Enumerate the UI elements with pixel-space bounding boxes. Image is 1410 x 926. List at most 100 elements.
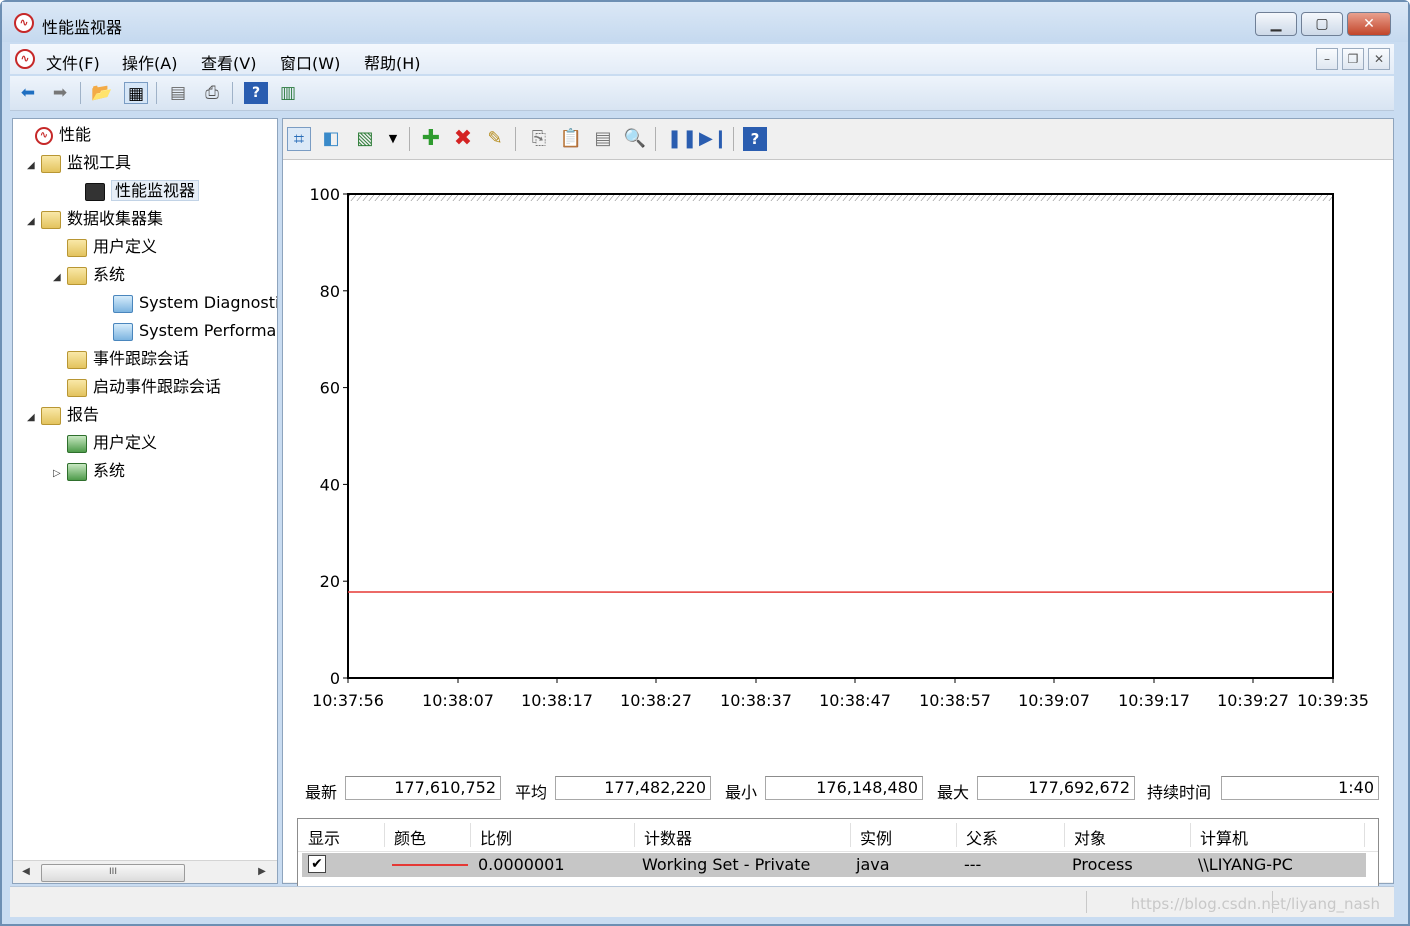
tree-item[interactable]: ◢ 数据收集器集 [27, 207, 163, 231]
tree-item[interactable]: System Performance [99, 319, 277, 343]
header-parent[interactable]: 父系 [966, 825, 998, 849]
minimum-label: 最小 [725, 783, 758, 802]
tree-item[interactable]: ◢ 系统 [53, 263, 125, 287]
help-icon[interactable]: ? [743, 127, 767, 151]
duration-value: 1:40 [1221, 776, 1379, 800]
toolbar-separator [80, 82, 81, 104]
child-close-button[interactable]: ✕ [1368, 48, 1390, 70]
graph-toolbar-separator [733, 127, 734, 151]
tree-item[interactable]: ∿ 性能 [21, 123, 91, 147]
header-divider[interactable] [850, 823, 851, 847]
minimize-button[interactable]: ▁ [1255, 12, 1297, 36]
last-label: 最新 [305, 783, 338, 802]
header-color[interactable]: 颜色 [394, 825, 426, 849]
title-bar[interactable]: ∿ 性能监视器 ▁ ▢ ✕ [2, 2, 1408, 42]
tree-item[interactable]: 用户定义 [53, 235, 157, 259]
show-checkbox[interactable]: ✔ [308, 855, 326, 873]
status-bar: https://blog.csdn.net/liyang_nash [10, 886, 1394, 917]
console-tree: ∿ 性能 ◢ 监视工具性能监视器 ◢ 数据收集器集用户定义 ◢ 系统 System Diagno… [12, 118, 278, 884]
child-restore-button[interactable]: ❐ [1342, 48, 1364, 70]
header-object[interactable]: 对象 [1074, 825, 1106, 849]
header-divider[interactable] [470, 823, 471, 847]
maximize-button[interactable]: ▢ [1301, 12, 1343, 36]
forward-arrow-icon[interactable]: ➡ [48, 82, 72, 104]
zoom-icon[interactable]: 🔍 [623, 127, 647, 151]
show-hide-action-pane-icon[interactable]: ▥ [276, 82, 300, 104]
folder-trace-icon [67, 378, 87, 397]
change-graph-type-icon[interactable]: ▧ [353, 127, 377, 151]
header-instance[interactable]: 实例 [860, 825, 892, 849]
menu-file[interactable]: 文件(F) [46, 50, 100, 74]
header-show[interactable]: 显示 [308, 825, 340, 849]
header-divider[interactable] [384, 823, 385, 847]
back-arrow-icon[interactable]: ⬅ [16, 82, 40, 104]
up-folder-icon[interactable]: 📂 [90, 82, 114, 104]
table-header: 显示 颜色 比例 计数器 实例 父系 对象 计算机 [298, 819, 1378, 852]
header-divider[interactable] [1064, 823, 1065, 847]
folder-icon [41, 210, 61, 229]
tree-item[interactable]: 启动事件跟踪会话 [53, 375, 221, 399]
tree-horizontal-scrollbar[interactable]: ◀ III ▶ [13, 860, 277, 883]
header-counter[interactable]: 计数器 [644, 825, 692, 849]
menu-window[interactable]: 窗口(W) [280, 50, 340, 74]
freeze-display-icon[interactable]: ❚❚ [667, 127, 697, 151]
close-button[interactable]: ✕ [1347, 12, 1391, 36]
delete-counter-icon[interactable]: ✖ [451, 127, 475, 151]
tree-item[interactable]: 用户定义 [53, 431, 157, 455]
system-menu-icon[interactable]: ∿ [15, 49, 35, 69]
tree-item-label: 系统 [93, 265, 126, 284]
tree-item-label: 启动事件跟踪会话 [93, 377, 222, 396]
graph-type-dropdown-icon[interactable]: ▼ [381, 127, 405, 151]
scroll-left-icon[interactable]: ◀ [17, 863, 35, 881]
tree-item[interactable]: System Diagnostics [99, 291, 277, 315]
expand-arrow-icon[interactable]: ◢ [27, 154, 41, 178]
x-tick-label: 10:38:07 [422, 691, 494, 710]
scroll-thumb[interactable]: III [41, 864, 185, 882]
copy-properties-icon[interactable]: ⎘ [527, 127, 551, 151]
menu-action[interactable]: 操作(A) [122, 50, 177, 74]
highlight-icon[interactable]: ✎ [483, 127, 507, 151]
table-row[interactable]: ✔ 0.0000001 Working Set - Private java -… [302, 853, 1366, 877]
header-divider[interactable] [1364, 823, 1365, 847]
header-divider[interactable] [956, 823, 957, 847]
expand-arrow-icon[interactable]: ▷ [53, 462, 67, 486]
expand-arrow-icon[interactable]: ◢ [53, 266, 67, 290]
paste-counter-list-icon[interactable]: 📋 [559, 127, 583, 151]
properties-icon[interactable]: ▤ [166, 82, 190, 104]
header-divider[interactable] [1190, 823, 1191, 847]
menu-bar: ∿ 文件(F) 操作(A) 查看(V) 窗口(W) 帮助(H) – ❐ ✕ [10, 44, 1394, 74]
graph-panel: 100 80 60 40 20 0 10:37:56 10:38:07 10:38:17 10:… [283, 160, 1393, 908]
tree-item[interactable]: ▷ 系统 [53, 459, 125, 483]
tree-item[interactable]: 事件跟踪会话 [53, 347, 189, 371]
menu-view[interactable]: 查看(V) [201, 50, 256, 74]
folder-icon [41, 154, 61, 173]
scroll-right-icon[interactable]: ▶ [253, 863, 271, 881]
print-icon[interactable]: ⎙ [200, 82, 224, 104]
cell-computer: \\LIYANG-PC [1198, 855, 1293, 874]
add-counter-icon[interactable]: ✚ [419, 127, 443, 151]
view-current-activity-icon[interactable]: ⌗ [287, 127, 311, 151]
tree-item[interactable]: 性能监视器 [71, 179, 200, 203]
tree-item-label: 报告 [67, 405, 100, 424]
report-icon [67, 434, 87, 453]
view-log-data-icon[interactable]: ◧ [319, 127, 343, 151]
tree-item-label: 系统 [93, 461, 126, 480]
properties-icon[interactable]: ▤ [591, 127, 615, 151]
child-minimize-button[interactable]: – [1316, 48, 1338, 70]
expand-arrow-icon[interactable]: ◢ [27, 210, 41, 234]
menu-help[interactable]: 帮助(H) [364, 50, 421, 74]
header-computer[interactable]: 计算机 [1200, 825, 1248, 849]
average-label: 平均 [515, 783, 548, 802]
header-divider[interactable] [634, 823, 635, 847]
performance-monitor-pane: ⌗ ◧ ▧ ▼ ✚ ✖ ✎ ⎘ 📋 ▤ 🔍 ❚❚ ▶❙ ? 100 80 60 … [282, 118, 1394, 908]
tree-item[interactable]: ◢ 报告 [27, 403, 99, 427]
show-hide-console-tree-icon[interactable]: ▦ [124, 82, 148, 104]
help-icon[interactable]: ? [244, 82, 268, 104]
maximum-label: 最大 [937, 783, 970, 802]
update-data-icon[interactable]: ▶❙ [699, 127, 728, 151]
x-tick-label: 10:39:17 [1118, 691, 1190, 710]
tree-item[interactable]: ◢ 监视工具 [27, 151, 131, 175]
x-tick-label: 10:38:47 [819, 691, 891, 710]
expand-arrow-icon[interactable]: ◢ [27, 406, 41, 430]
header-scale[interactable]: 比例 [480, 825, 512, 849]
